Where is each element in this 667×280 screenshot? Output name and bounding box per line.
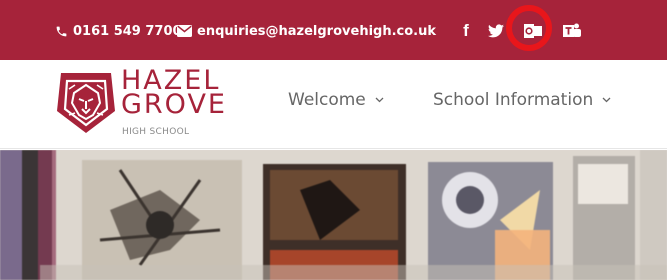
brand-name: HAZEL GROVE (121, 67, 231, 120)
nav-school-information-label: School Information (433, 90, 594, 110)
phone-link[interactable]: 0161 549 7700 (55, 21, 182, 41)
top-bar: 0161 549 7700 enquiries@hazelgrovehigh.c… (0, 0, 667, 60)
nav-welcome-label: Welcome (288, 90, 366, 110)
facebook-icon[interactable]: f (455, 20, 477, 42)
envelope-icon (177, 25, 192, 37)
chevron-down-icon (602, 97, 611, 103)
hero-image (0, 150, 667, 280)
email-link[interactable]: enquiries@hazelgrovehigh.co.uk (177, 21, 436, 41)
nav-welcome[interactable]: Welcome (288, 90, 384, 110)
facebook-label: f (463, 21, 469, 40)
email-address: enquiries@hazelgrovehigh.co.uk (197, 23, 437, 39)
chevron-down-icon (375, 97, 384, 103)
twitter-icon[interactable] (485, 20, 507, 42)
school-crest-logo[interactable] (55, 71, 117, 135)
teams-icon[interactable] (561, 20, 583, 42)
phone-icon (56, 26, 67, 36)
highlight-ring (506, 5, 552, 51)
brand-subtitle: HIGH SCHOOL (122, 127, 190, 137)
site-header: HAZEL GROVE HIGH SCHOOL Welcome School I… (0, 60, 667, 149)
nav-school-information[interactable]: School Information (433, 90, 611, 110)
brand-line-2: GROVE (121, 89, 227, 120)
phone-number: 0161 549 7700 (73, 23, 182, 39)
